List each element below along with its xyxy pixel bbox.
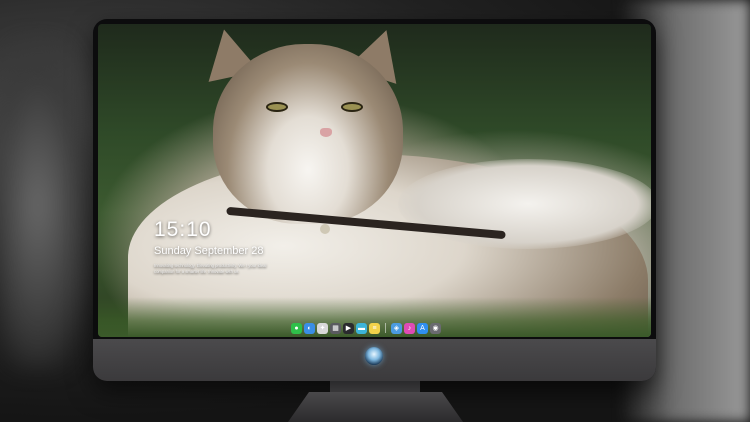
files-icon[interactable]: ▬ xyxy=(356,322,367,334)
background-blur-left xyxy=(0,40,95,370)
imac-monitor: 15:10 Sunday September 28 Innovating tec… xyxy=(93,19,656,381)
notes-icon[interactable]: ≡ xyxy=(369,322,380,334)
dock-separator xyxy=(385,323,386,333)
dock: ● ◐ ✦ ▦ ▶ ▬ ≡ ◈ ♪ A ◉ xyxy=(291,321,441,335)
itunes-icon[interactable]: ♪ xyxy=(404,322,415,334)
monitor-stand xyxy=(288,392,463,422)
finder-icon[interactable]: ◐ xyxy=(304,322,315,334)
lock-clock: 15:10 xyxy=(154,218,212,241)
safari-icon[interactable]: ✦ xyxy=(317,322,328,334)
desktop-screen[interactable]: 15:10 Sunday September 28 Innovating tec… xyxy=(98,24,651,337)
wallpaper-cat-bell xyxy=(320,224,330,234)
lock-tagline: Innovating technology. Elevating product… xyxy=(154,263,267,274)
launchpad-icon[interactable]: ▦ xyxy=(330,322,341,334)
appstore-icon[interactable]: A xyxy=(417,322,428,334)
wallpaper-cat-nose xyxy=(320,128,332,137)
wallpaper-cat-tail xyxy=(398,159,651,249)
wallpaper-cat-eye xyxy=(341,102,363,112)
preview-icon[interactable]: ◈ xyxy=(391,322,402,334)
lock-date: Sunday September 28 xyxy=(154,245,264,257)
finalcut-icon[interactable]: ▶ xyxy=(343,322,354,334)
monitor-chin xyxy=(93,339,656,381)
wallpaper-cat-head xyxy=(213,44,403,224)
camera-icon[interactable]: ◉ xyxy=(430,322,441,334)
messages-icon[interactable]: ● xyxy=(291,322,302,334)
wallpaper-cat-eye xyxy=(266,102,288,112)
brand-logo-icon xyxy=(365,347,383,365)
monitor-neck xyxy=(330,381,420,393)
